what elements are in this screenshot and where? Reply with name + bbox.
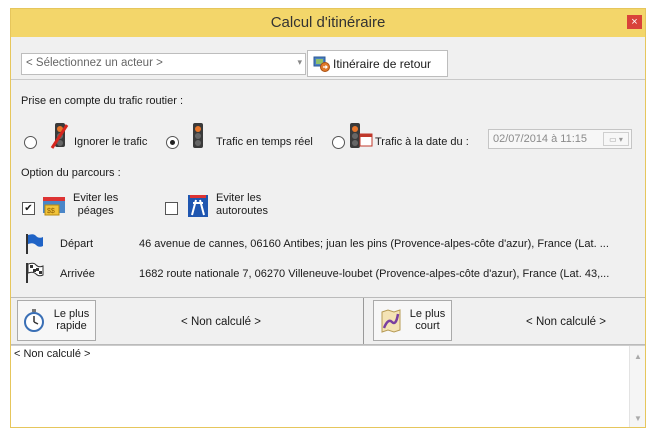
traffic-date-value: 02/07/2014 à 11:15 [493, 133, 587, 145]
traffic-light-calendar-icon [348, 122, 374, 153]
radio-ignore-traffic[interactable] [24, 136, 37, 149]
scroll-down-icon[interactable]: ▼ [634, 414, 642, 423]
shortest-route-line2: court [415, 320, 440, 332]
departure-address: 46 avenue de cannes, 06160 Antibes; juan… [139, 238, 609, 250]
shortest-route-button[interactable]: Le plus court [373, 300, 452, 341]
avoid-tolls-checkbox[interactable]: ✔ [22, 202, 35, 215]
route-options-label: Option du parcours : [21, 167, 121, 179]
window-title: Calcul d'itinéraire [270, 14, 386, 31]
fastest-route-line1: Le plus [53, 308, 90, 320]
traffic-light-icon [190, 122, 206, 153]
route-details-text: < Non calculé > [14, 348, 91, 360]
realtime-traffic-label: Trafic en temps réel [216, 136, 313, 148]
traffic-section-label: Prise en compte du trafic routier : [21, 95, 184, 107]
toll-icon: $$ [41, 193, 67, 222]
svg-text:$$: $$ [47, 208, 55, 215]
actor-select[interactable]: < Sélectionnez un acteur > ▾ [21, 53, 306, 75]
results-bar: Le plus rapide < Non calculé > Le plus c… [11, 297, 645, 345]
checkered-flag-icon [24, 262, 44, 287]
shortest-route-value: < Non calculé > [526, 316, 606, 328]
radio-date-traffic[interactable] [332, 136, 345, 149]
route-details-textarea[interactable]: < Non calculé > ▲ ▼ [11, 345, 645, 427]
close-button[interactable]: × [627, 15, 642, 29]
return-route-icon [313, 56, 330, 75]
highway-icon [187, 194, 209, 221]
calendar-dropdown-icon[interactable]: ▭ ▾ [603, 132, 629, 146]
fastest-route-button[interactable]: Le plus rapide [17, 300, 96, 341]
itinerary-dialog: Calcul d'itinéraire × < Sélectionnez un … [10, 8, 646, 428]
shortest-route-line1: Le plus [409, 308, 446, 320]
fastest-route-line2: rapide [56, 320, 87, 332]
chevron-down-icon: ▾ [297, 57, 302, 67]
ignore-traffic-label: Ignorer le trafic [74, 136, 148, 148]
fastest-route-value: < Non calculé > [181, 316, 261, 328]
scroll-up-icon[interactable]: ▲ [634, 352, 642, 361]
return-route-label: Itinéraire de retour [333, 57, 432, 71]
return-route-button[interactable]: Itinéraire de retour [307, 50, 448, 77]
avoid-tolls-label-line2: péages [77, 205, 114, 217]
traffic-date-picker[interactable]: 02/07/2014 à 11:15 ▭ ▾ [488, 129, 632, 149]
route-map-icon [379, 308, 403, 337]
date-traffic-label: Trafic à la date du : [375, 136, 469, 148]
avoid-highways-label: Eviter les autoroutes [216, 192, 268, 218]
actor-select-placeholder: < Sélectionnez un acteur > [26, 57, 163, 69]
arrival-address: 1682 route nationale 7, 06270 Villeneuve… [139, 268, 610, 280]
avoid-tolls-label-line1: Eviter les [73, 192, 119, 204]
avoid-highways-checkbox[interactable] [165, 202, 178, 215]
toolbar: < Sélectionnez un acteur > ▾ Itinéraire … [11, 46, 645, 80]
results-divider [363, 298, 364, 344]
departure-label: Départ [60, 238, 94, 250]
stopwatch-icon [23, 309, 45, 336]
avoid-highways-label-line2: autoroutes [216, 205, 268, 217]
avoid-highways-label-line1: Eviter les [216, 192, 262, 204]
blue-flag-icon [24, 233, 44, 258]
radio-realtime-traffic[interactable] [166, 136, 179, 149]
traffic-light-off-icon [50, 122, 70, 153]
title-bar: Calcul d'itinéraire × [11, 9, 645, 37]
details-scrollbar[interactable]: ▲ ▼ [629, 346, 645, 427]
avoid-tolls-label: Eviter les péages [73, 192, 118, 218]
arrival-label: Arrivée [60, 268, 95, 280]
